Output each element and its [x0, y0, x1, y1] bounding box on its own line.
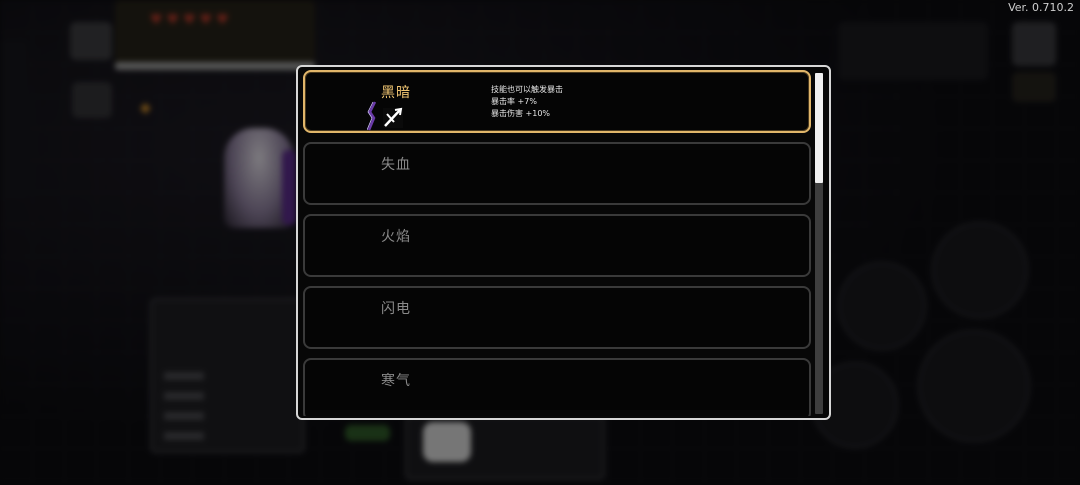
effect-name: 火焰 [381, 229, 411, 245]
description-line: 技能也可以触发暴击 [491, 85, 563, 94]
effect-select-modal: 黑暗 技能也可以触发暴击 暴击率 +7% 暴击伤害 +10% 失血 火焰 闪电 [296, 65, 831, 420]
effect-item-dark[interactable]: 黑暗 技能也可以触发暴击 暴击率 +7% 暴击伤害 +10% [303, 70, 811, 133]
scrollbar-track[interactable] [815, 73, 823, 414]
description-line: 暴击率 +7% [491, 97, 537, 106]
effect-item-bleed[interactable]: 失血 [303, 142, 811, 205]
effect-name: 失血 [381, 157, 411, 173]
effect-item-lightning[interactable]: 闪电 [303, 286, 811, 349]
effect-item-fire[interactable]: 火焰 [303, 214, 811, 277]
effect-name: 寒气 [381, 373, 411, 389]
effect-description: 技能也可以触发暴击 暴击率 +7% 暴击伤害 +10% [491, 84, 563, 120]
version-label: Ver. 0.710.2 [1008, 1, 1074, 14]
description-line: 暴击伤害 +10% [491, 109, 551, 118]
effect-list[interactable]: 黑暗 技能也可以触发暴击 暴击率 +7% 暴击伤害 +10% 失血 火焰 闪电 [301, 70, 811, 416]
effect-item-frost[interactable]: 寒气 [303, 358, 811, 416]
scrollbar-thumb[interactable] [815, 73, 823, 183]
dark-arrow-icon [367, 101, 403, 131]
effect-name: 闪电 [381, 301, 411, 317]
effect-name: 黑暗 [381, 85, 411, 101]
